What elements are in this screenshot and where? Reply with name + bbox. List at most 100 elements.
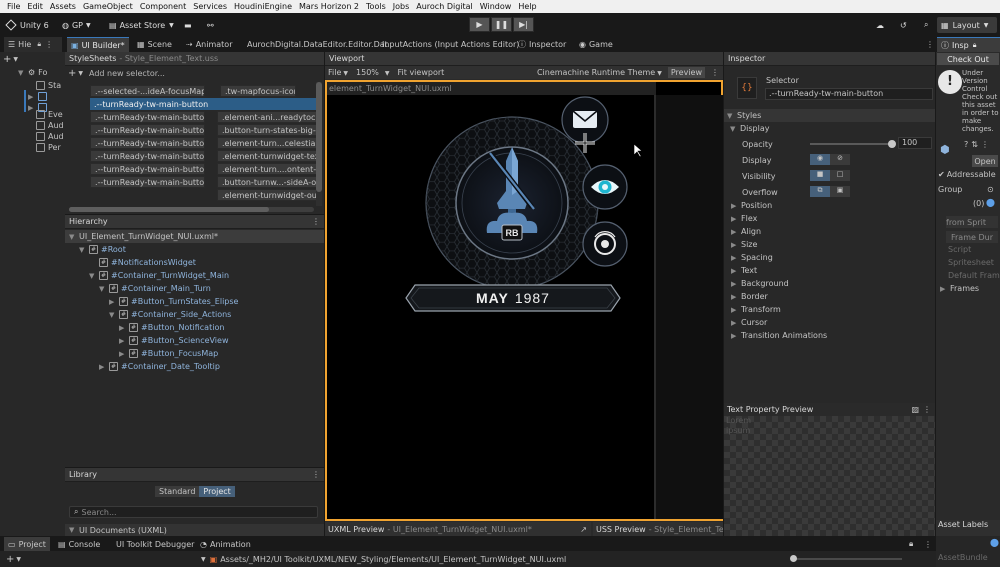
styles-section[interactable]: ▼ Styles — [724, 109, 935, 122]
menu-jobs[interactable]: Jobs — [393, 2, 410, 11]
opacity-slider[interactable] — [810, 140, 896, 148]
menu-gameobject[interactable]: GameObject — [83, 2, 133, 11]
selector-item[interactable]: .element-turn...celestial-ar — [217, 137, 317, 149]
expand-arrow-icon[interactable]: ▶ — [731, 280, 738, 288]
expand-arrow-icon[interactable]: ▶ — [940, 285, 947, 293]
scroll-down-icon[interactable]: ▼ — [201, 556, 206, 563]
menu-file[interactable]: File — [7, 2, 20, 11]
overflow-hidden-icon[interactable]: ▣ — [830, 186, 850, 197]
menu-houdini[interactable]: HoudiniEngine — [234, 2, 292, 11]
lock-icon[interactable]: 🔒︎ — [973, 41, 977, 50]
hierarchy-node[interactable]: ▼ # #Container_Side_Actions — [109, 308, 231, 321]
expand-arrow-icon[interactable]: ▶ — [731, 293, 738, 301]
menu-component[interactable]: Component — [140, 2, 186, 11]
expand-arrow-icon[interactable]: ▼ — [109, 311, 116, 319]
vertical-scrollbar[interactable] — [316, 82, 322, 206]
step-button[interactable]: ▶| — [513, 17, 534, 32]
expand-arrow-icon[interactable]: ▶ — [731, 319, 738, 327]
hidden-icon[interactable]: □ — [830, 170, 850, 181]
menu-tools[interactable]: Tools — [366, 2, 386, 11]
horizontal-scrollbar[interactable] — [69, 207, 314, 212]
section-align[interactable]: ▶ Align — [728, 225, 933, 238]
label-tag-icon[interactable]: ⬤ — [990, 538, 999, 547]
expand-arrow-icon[interactable]: ▶ — [731, 215, 738, 223]
scene-root[interactable]: ▼ ⚙ Fo — [18, 66, 47, 79]
more-icon[interactable]: ⋮ — [312, 217, 320, 226]
tab-standard[interactable]: Standard — [155, 486, 200, 497]
search-icon[interactable]: ⌕ — [920, 17, 932, 33]
menu-window[interactable]: Window — [480, 2, 512, 11]
toolbar-tool-icon[interactable]: ▬ — [180, 17, 196, 33]
add-icon[interactable]: + — [68, 68, 76, 79]
from-sprite-button[interactable]: from Sprit — [946, 216, 998, 228]
selector-item-selected[interactable]: .--turnReady-tw-main-button — [90, 98, 316, 110]
expand-arrow-icon[interactable]: ▶ — [731, 202, 738, 210]
section-spacing[interactable]: ▶ Spacing — [728, 251, 933, 264]
section-flex[interactable]: ▶ Flex — [728, 212, 933, 225]
history-icon[interactable]: ↺ — [896, 17, 911, 33]
more-icon[interactable]: ⋮ — [923, 405, 931, 414]
tab-inspector[interactable]: ⓘ Inspector — [514, 37, 570, 52]
expand-arrow-icon[interactable]: ▼ — [730, 125, 737, 133]
expand-arrow-icon[interactable]: ▶ — [99, 363, 106, 371]
tab-animation[interactable]: ◔ Animation — [200, 537, 251, 551]
more-icon[interactable]: ⋮ — [922, 37, 938, 52]
expand-arrow-icon[interactable]: ▶ — [119, 337, 126, 345]
more-icon[interactable]: ⋮ — [312, 470, 320, 479]
selector-item[interactable]: .element-turnwidget-textu — [217, 150, 317, 162]
asset-store-dropdown[interactable]: ▤ Asset Store ▼ — [105, 17, 178, 33]
selector-item[interactable]: .element-ani...readytochar — [217, 111, 317, 123]
display-flex-eye-icon[interactable]: ◉ — [810, 154, 830, 165]
hierarchy-node[interactable]: ▶ # #Container_Date_Tooltip — [99, 360, 220, 373]
settings-icon[interactable]: ⇅ — [971, 140, 978, 149]
hierarchy-node[interactable]: ▶ # #Button_ScienceView — [119, 334, 229, 347]
hierarchy-node[interactable]: ▼ # #Root — [79, 243, 126, 256]
expand-arrow-icon[interactable]: ▶ — [731, 267, 738, 275]
expand-arrow-icon[interactable]: ▼ — [99, 285, 106, 293]
hierarchy-node[interactable]: ▼ # #Container_Main_Turn — [99, 282, 211, 295]
expand-arrow-icon[interactable]: ▶ — [731, 241, 738, 249]
lock-icon[interactable]: 🔒︎ — [37, 40, 41, 49]
more-icon[interactable]: ⋮ — [45, 40, 53, 49]
checkbox-checked-icon[interactable]: ✔ — [938, 170, 945, 179]
expand-arrow-icon[interactable]: ▶ — [28, 104, 35, 112]
unity-version-button[interactable]: Unity 6 — [3, 17, 53, 33]
selector-item[interactable]: .element-turn....ontent-out — [217, 163, 317, 175]
add-icon[interactable]: + — [3, 54, 11, 65]
display-none-eye-icon[interactable]: ⊘ — [830, 154, 850, 165]
expand-arrow-icon[interactable]: ▶ — [109, 298, 116, 306]
section-cursor[interactable]: ▶ Cursor — [728, 316, 933, 329]
layout-dropdown[interactable]: ▦ Layout ▼ — [937, 17, 997, 33]
scene-item[interactable]: Per — [36, 141, 61, 154]
more-icon[interactable]: ⋮ — [924, 537, 932, 551]
hierarchy-node[interactable]: ▶ # #Button_FocusMap — [119, 347, 218, 360]
section-background[interactable]: ▶ Background — [728, 277, 933, 290]
selector-item[interactable]: .--turnReady-tw-main-button — [90, 176, 205, 188]
expand-arrow-icon[interactable]: ▶ — [731, 332, 738, 340]
open-external-icon[interactable]: ↗ — [580, 525, 587, 534]
add-icon[interactable]: + — [6, 554, 14, 565]
cloud-icon[interactable]: ☁ — [872, 17, 888, 33]
selector-item[interactable]: .button-turnw...-sideA-out — [217, 176, 317, 188]
tab-project[interactable]: ▭ Project — [4, 537, 50, 551]
library-section-uxml[interactable]: ▼ UI Documents (UXML) — [65, 524, 324, 536]
preview-toggle[interactable]: Preview — [667, 67, 705, 78]
expand-arrow-icon[interactable]: ▼ — [69, 526, 76, 534]
help-icon[interactable]: ? — [964, 140, 968, 149]
expand-arrow-icon[interactable]: ▼ — [18, 69, 25, 77]
fit-viewport-button[interactable]: Fit viewport — [398, 68, 445, 77]
hierarchy-node[interactable]: # #NotificationsWidget — [99, 256, 196, 269]
tab-hierarchy[interactable]: ☰ Hie 🔒︎ ⋮ — [4, 37, 62, 52]
selector-item[interactable]: .--selected-...ideA-focusMap — [90, 85, 205, 97]
chevron-down-icon[interactable]: ▼ — [78, 70, 83, 77]
selector-item[interactable]: .--turnReady-tw-main-button — [90, 163, 205, 175]
zoom-slider[interactable] — [792, 558, 902, 560]
expand-arrow-icon[interactable]: ▶ — [731, 228, 738, 236]
frames-foldout[interactable]: ▶ Frames — [940, 284, 979, 293]
tab-game[interactable]: ◉ Game — [575, 37, 617, 52]
uss-preview-bar[interactable]: USS Preview - Style_Element_Text... — [593, 522, 723, 536]
selector-input[interactable]: .--turnReady-tw-main-button — [765, 88, 933, 100]
overflow-visible-icon[interactable]: ⧉ — [810, 186, 830, 197]
visible-icon[interactable]: ■ — [810, 170, 830, 181]
section-transform[interactable]: ▶ Transform — [728, 303, 933, 316]
